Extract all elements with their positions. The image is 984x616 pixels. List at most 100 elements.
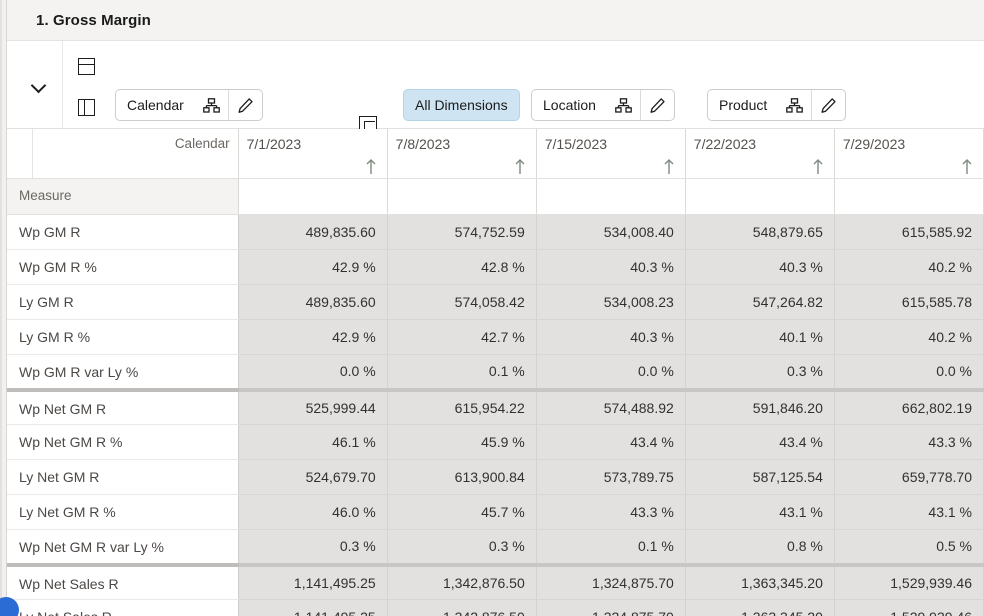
data-cell[interactable]: 615,954.22 — [387, 390, 536, 425]
data-cell[interactable]: 0.1 % — [536, 530, 685, 565]
calendar-pill-label[interactable]: Calendar — [116, 90, 195, 120]
data-cell[interactable]: 40.3 % — [536, 320, 685, 355]
data-cell[interactable]: 525,999.44 — [238, 390, 387, 425]
row-header-cell[interactable]: Ly Net GM R — [7, 460, 238, 495]
data-cell[interactable]: 489,835.60 — [238, 215, 387, 250]
data-cell[interactable]: 40.1 % — [685, 320, 834, 355]
collapse-toolbar-button[interactable] — [15, 41, 63, 128]
row-header-cell[interactable]: Wp Net GM R % — [7, 425, 238, 460]
calendar-hierarchy-button[interactable] — [195, 90, 228, 120]
data-cell[interactable]: 45.9 % — [387, 425, 536, 460]
table-row: Wp Net Sales R1,141,495.251,342,876.501,… — [7, 565, 984, 600]
data-cell[interactable]: 0.3 % — [238, 530, 387, 565]
data-cell[interactable]: 45.7 % — [387, 495, 536, 530]
row-header-cell[interactable]: Wp Net Sales R — [7, 565, 238, 600]
column-header-cell[interactable]: 7/1/2023 — [238, 129, 387, 179]
data-cell[interactable]: 46.1 % — [238, 425, 387, 460]
data-cell[interactable]: 0.5 % — [834, 530, 983, 565]
data-cell[interactable]: 43.3 % — [536, 495, 685, 530]
data-cell[interactable]: 40.3 % — [685, 250, 834, 285]
data-cell[interactable]: 574,752.59 — [387, 215, 536, 250]
row-header-cell[interactable]: Wp GM R var Ly % — [7, 355, 238, 390]
location-edit-button[interactable] — [640, 90, 674, 120]
data-cell[interactable]: 42.8 % — [387, 250, 536, 285]
corner-gutter — [7, 129, 33, 178]
location-pill-label[interactable]: Location — [532, 90, 607, 120]
data-cell[interactable]: 615,585.78 — [834, 285, 983, 320]
calendar-pill-group[interactable]: Calendar — [115, 89, 263, 121]
data-cell[interactable]: 574,058.42 — [387, 285, 536, 320]
data-cell[interactable]: 43.4 % — [685, 425, 834, 460]
location-hierarchy-button[interactable] — [607, 90, 640, 120]
row-header-cell[interactable]: Ly GM R — [7, 285, 238, 320]
location-pill-group[interactable]: Location — [531, 89, 675, 121]
data-cell[interactable]: 40.2 % — [834, 250, 983, 285]
data-cell[interactable]: 42.7 % — [387, 320, 536, 355]
data-cell[interactable]: 1,141,495.25 — [238, 565, 387, 600]
data-cell[interactable]: 524,679.70 — [238, 460, 387, 495]
data-cell[interactable]: 587,125.54 — [685, 460, 834, 495]
row-header-cell[interactable]: Wp Net GM R — [7, 390, 238, 425]
data-cell[interactable]: 0.8 % — [685, 530, 834, 565]
column-header-cell[interactable]: 7/22/2023 — [685, 129, 834, 179]
all-dimensions-label[interactable]: All Dimensions — [404, 90, 519, 120]
data-cell[interactable]: 0.0 % — [238, 355, 387, 390]
data-cell[interactable]: 0.3 % — [387, 530, 536, 565]
data-cell[interactable]: 548,879.65 — [685, 215, 834, 250]
data-cell[interactable]: 573,789.75 — [536, 460, 685, 495]
data-cell[interactable]: 40.3 % — [536, 250, 685, 285]
data-cell[interactable]: 615,585.92 — [834, 215, 983, 250]
data-cell[interactable]: 46.0 % — [238, 495, 387, 530]
product-edit-button[interactable] — [811, 90, 845, 120]
row-header-cell[interactable]: Ly Net Sales R — [7, 600, 238, 616]
data-cell[interactable]: 0.3 % — [685, 355, 834, 390]
data-cell[interactable]: 534,008.40 — [536, 215, 685, 250]
calendar-edit-button[interactable] — [228, 90, 262, 120]
data-cell[interactable]: 1,529,939.46 — [834, 600, 983, 616]
product-hierarchy-button[interactable] — [778, 90, 811, 120]
data-cell[interactable]: 43.4 % — [536, 425, 685, 460]
data-cell[interactable]: 1,141,495.25 — [238, 600, 387, 616]
data-cell[interactable]: 42.9 % — [238, 320, 387, 355]
data-cell[interactable]: 1,529,939.46 — [834, 565, 983, 600]
data-cell[interactable]: 591,846.20 — [685, 390, 834, 425]
row-header-cell[interactable]: Wp Net GM R var Ly % — [7, 530, 238, 565]
column-header-cell[interactable]: 7/15/2023 — [536, 129, 685, 179]
column-header-cell[interactable]: 7/29/2023 — [834, 129, 983, 179]
window-left-edge-inner — [0, 0, 2, 616]
data-cell[interactable]: 0.0 % — [834, 355, 983, 390]
columns-layout-button[interactable] — [64, 86, 108, 129]
data-cell[interactable]: 43.3 % — [834, 425, 983, 460]
column-header-label: 7/15/2023 — [545, 136, 607, 152]
data-cell[interactable]: 534,008.23 — [536, 285, 685, 320]
data-cell[interactable]: 489,835.60 — [238, 285, 387, 320]
data-cell[interactable]: 659,778.70 — [834, 460, 983, 495]
row-header-cell[interactable]: Ly GM R % — [7, 320, 238, 355]
data-cell[interactable]: 574,488.92 — [536, 390, 685, 425]
data-cell[interactable]: 0.1 % — [387, 355, 536, 390]
data-cell[interactable]: 40.2 % — [834, 320, 983, 355]
data-cell[interactable]: 1,342,876.50 — [387, 600, 536, 616]
data-cell[interactable]: 1,363,345.20 — [685, 600, 834, 616]
data-cell[interactable]: 43.1 % — [685, 495, 834, 530]
all-dimensions-tab[interactable]: All Dimensions — [403, 89, 520, 121]
row-header-cell[interactable]: Wp GM R % — [7, 250, 238, 285]
rows-layout-button[interactable] — [64, 45, 108, 88]
data-cell[interactable]: 1,342,876.50 — [387, 565, 536, 600]
column-header-cell[interactable]: 7/8/2023 — [387, 129, 536, 179]
data-cell[interactable]: 547,264.82 — [685, 285, 834, 320]
columns-layout-icon — [78, 99, 95, 116]
data-cell[interactable]: 42.9 % — [238, 250, 387, 285]
data-cell[interactable]: 1,324,875.70 — [536, 600, 685, 616]
product-pill-label[interactable]: Product — [708, 90, 778, 120]
data-cell[interactable]: 0.0 % — [536, 355, 685, 390]
row-header-cell[interactable]: Ly Net GM R % — [7, 495, 238, 530]
data-grid[interactable]: Calendar 7/1/20237/8/20237/15/20237/22/2… — [7, 129, 984, 616]
data-cell[interactable]: 662,802.19 — [834, 390, 983, 425]
data-cell[interactable]: 1,324,875.70 — [536, 565, 685, 600]
product-pill-group[interactable]: Product — [707, 89, 846, 121]
row-header-cell[interactable]: Wp GM R — [7, 215, 238, 250]
data-cell[interactable]: 1,363,345.20 — [685, 565, 834, 600]
data-cell[interactable]: 613,900.84 — [387, 460, 536, 495]
data-cell[interactable]: 43.1 % — [834, 495, 983, 530]
